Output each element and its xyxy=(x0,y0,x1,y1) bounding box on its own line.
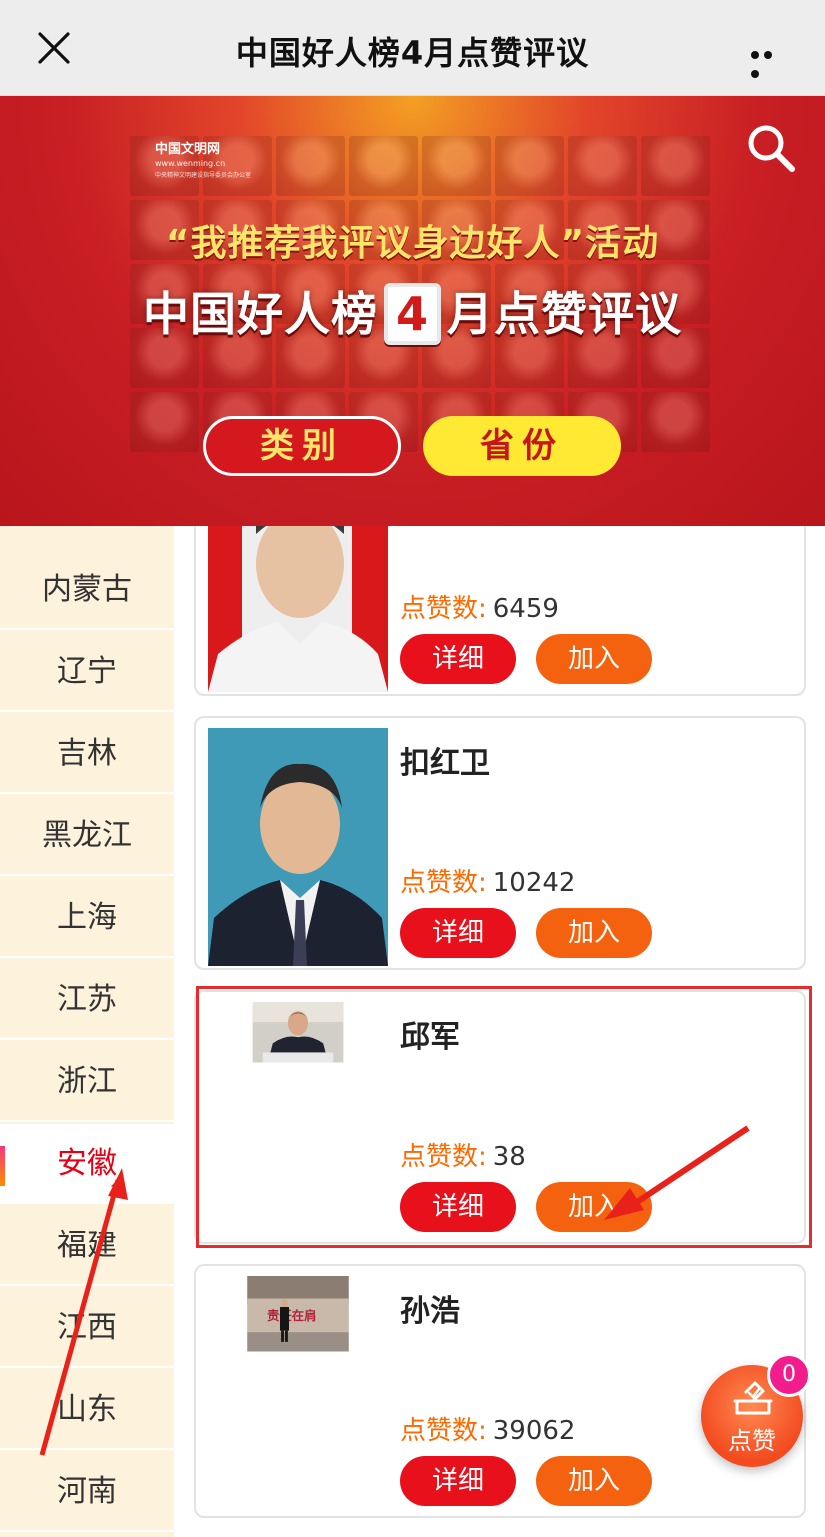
candidate-card: 点赞数: 6459 详细 加入 xyxy=(194,526,806,696)
like-count: 点赞数: 39062 xyxy=(400,1416,576,1446)
highlight-box xyxy=(196,986,812,1248)
top-bar: 中国好人榜4月点赞评议 xyxy=(0,0,825,96)
sidebar-item[interactable]: 内蒙古 xyxy=(0,550,174,630)
sidebar-item[interactable]: 辽宁 xyxy=(0,632,174,712)
sidebar-item[interactable]: 福建 xyxy=(0,1206,174,1286)
detail-button[interactable]: 详细 xyxy=(400,908,516,958)
site-logo: 中国文明网 www.wenming.cn 中央精神文明建设指导委员会办公室 xyxy=(155,142,252,179)
vote-box-icon xyxy=(733,1381,773,1415)
sidebar-item[interactable]: 上海 xyxy=(0,878,174,958)
detail-button[interactable]: 详细 xyxy=(400,1456,516,1506)
sidebar-item[interactable]: 江西 xyxy=(0,1288,174,1368)
sidebar-item[interactable]: 河南 xyxy=(0,1452,174,1532)
candidate-photo[interactable]: 责任在肩 xyxy=(208,1276,388,1410)
join-button[interactable]: 加入 xyxy=(536,908,652,958)
category-button[interactable]: 类别 xyxy=(203,416,401,476)
search-icon[interactable] xyxy=(745,122,797,174)
like-count-badge: 0 xyxy=(767,1353,811,1397)
more-icon[interactable] xyxy=(751,44,789,78)
join-button[interactable]: 加入 xyxy=(536,1456,652,1506)
sidebar-item[interactable]: 江苏 xyxy=(0,960,174,1040)
svg-text:责任在肩: 责任在肩 xyxy=(267,1308,317,1323)
sidebar-item-active[interactable]: 安徽 xyxy=(0,1124,174,1204)
candidate-name: 孙浩 xyxy=(400,1294,460,1329)
page-title: 中国好人榜4月点赞评议 xyxy=(235,34,590,72)
banner: 中国文明网 www.wenming.cn 中央精神文明建设指导委员会办公室 “我… xyxy=(0,96,825,526)
candidate-photo[interactable] xyxy=(208,728,388,966)
sidebar-item[interactable]: 山东 xyxy=(0,1370,174,1450)
like-float-label: 点赞 xyxy=(728,1427,776,1455)
province-sidebar: 内蒙古 辽宁 吉林 黑龙江 上海 江苏 浙江 安徽 福建 江西 山东 河南 xyxy=(0,526,174,1537)
like-count: 点赞数: 6459 xyxy=(400,594,559,624)
banner-headline: 中国好人榜 4 月点赞评议 xyxy=(0,278,825,345)
province-button[interactable]: 省份 xyxy=(423,416,621,476)
sidebar-item[interactable]: 黑龙江 xyxy=(0,796,174,876)
candidate-photo[interactable] xyxy=(208,526,388,692)
like-count: 点赞数: 10242 xyxy=(400,868,576,898)
sidebar-item[interactable]: 浙江 xyxy=(0,1042,174,1122)
candidate-name: 扣红卫 xyxy=(400,746,490,781)
banner-slogan: “我推荐我评议身边好人”活动 xyxy=(165,223,660,264)
detail-button[interactable]: 详细 xyxy=(400,634,516,684)
join-button[interactable]: 加入 xyxy=(536,634,652,684)
candidate-card: 扣红卫 点赞数: 10242 详细 加入 xyxy=(194,716,806,970)
like-float-button[interactable]: 点赞 0 xyxy=(701,1353,811,1467)
sidebar-item[interactable]: 吉林 xyxy=(0,714,174,794)
